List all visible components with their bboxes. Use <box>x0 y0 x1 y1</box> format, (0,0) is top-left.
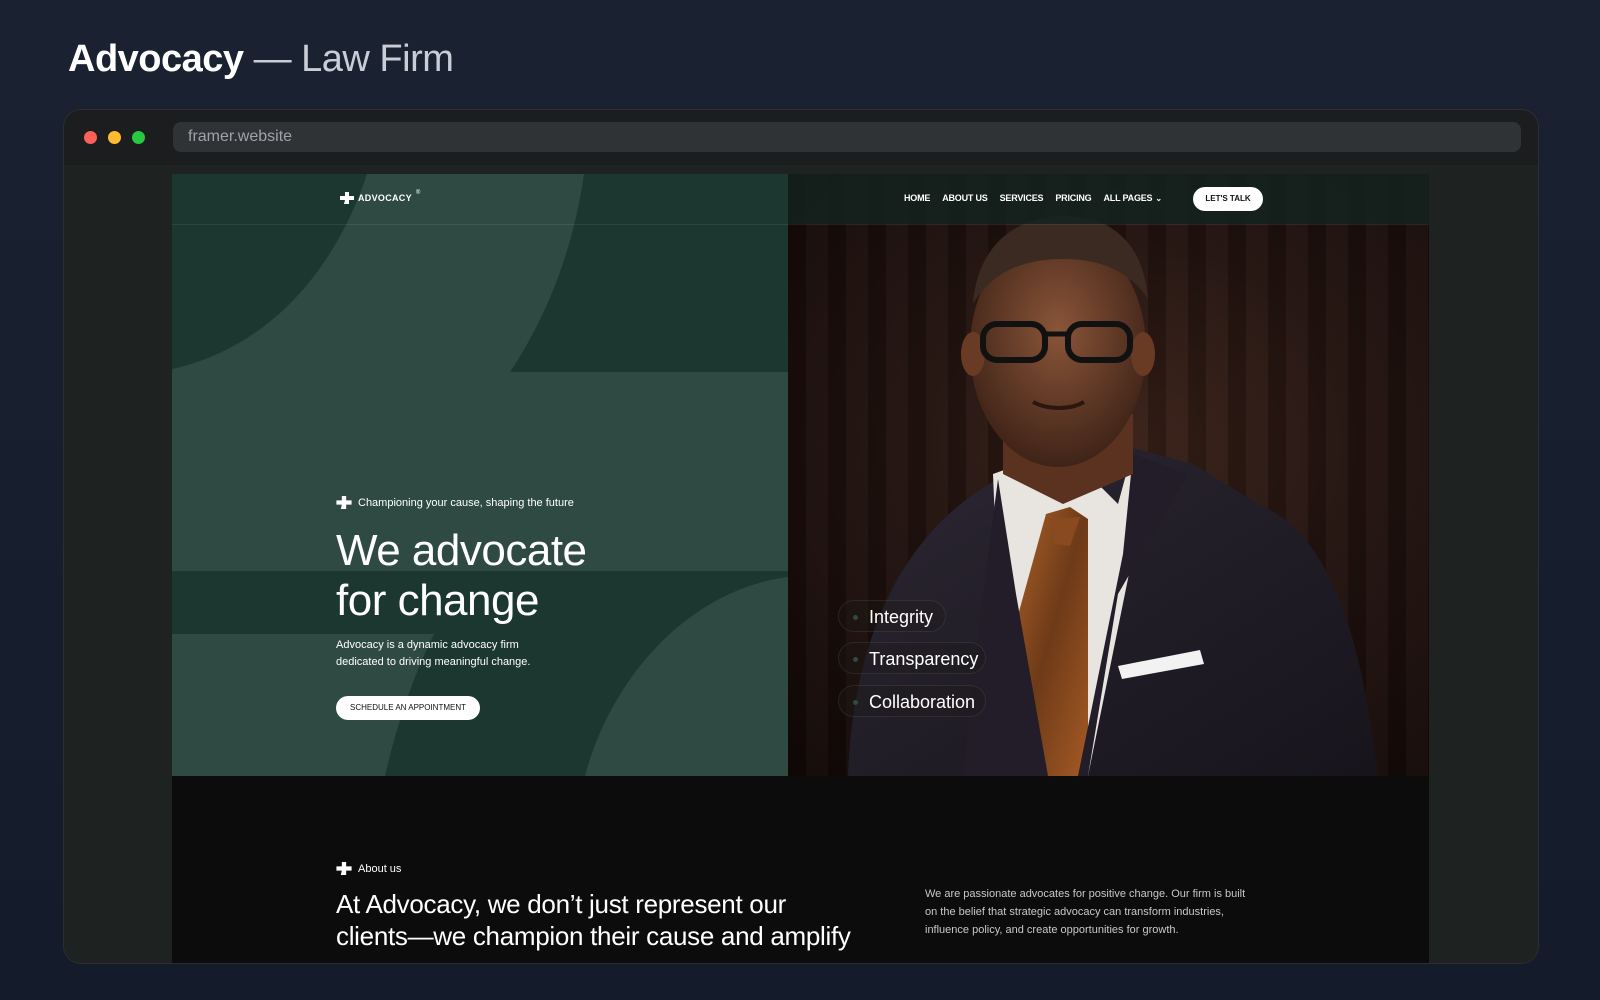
cross-icon <box>336 496 352 509</box>
cross-icon <box>336 862 352 875</box>
page-heading-subtitle: — Law Firm <box>243 38 454 80</box>
hero-tagline: Championing your cause, shaping the futu… <box>336 496 574 509</box>
dot-icon <box>853 700 858 705</box>
value-label: Integrity <box>869 607 934 627</box>
close-window-button[interactable] <box>84 131 97 144</box>
hero-title-line: for change <box>336 576 539 625</box>
page-heading-brand: Advocacy <box>68 38 244 80</box>
nav-all-pages-label: ALL PAGES <box>1103 193 1153 203</box>
nav-all-pages[interactable]: ALL PAGES ⌄ <box>1103 193 1162 203</box>
hero-title: We advocate for change <box>336 526 736 626</box>
site-logo[interactable]: ADVOCACY ® <box>340 190 421 204</box>
minimize-window-button[interactable] <box>108 131 121 144</box>
logo-text: ADVOCACY <box>358 193 412 203</box>
nav-links: HOME ABOUT US SERVICES PRICING ALL PAGES… <box>904 193 1162 203</box>
registered-mark: ® <box>415 190 421 196</box>
maximize-window-button[interactable] <box>132 131 145 144</box>
about-title-line: At Advocacy, we don’t just represent our <box>336 889 786 919</box>
lets-talk-button[interactable]: LET'S TALK <box>1193 187 1263 211</box>
nav-home[interactable]: HOME <box>904 193 930 203</box>
value-label: Collaboration <box>869 692 976 712</box>
page-heading: Advocacy — Law Firm <box>68 38 454 81</box>
about-label-row: About us <box>336 862 401 875</box>
hero-left-panel <box>172 174 788 776</box>
dot-icon <box>853 615 858 620</box>
hero-background-shapes <box>172 174 788 776</box>
hero-description-line: Advocacy is a dynamic advocacy firm <box>336 639 519 651</box>
browser-window: framer.website ADVOCACY ® HOME ABOUT US … <box>63 109 1539 964</box>
nav-about-us[interactable]: ABOUT US <box>942 193 988 203</box>
value-pill-collaboration: Collaboration <box>838 685 986 717</box>
browser-titlebar: framer.website <box>64 110 1538 165</box>
dot-icon <box>853 657 858 662</box>
nav-pricing[interactable]: PRICING <box>1055 193 1091 203</box>
hero-tagline-text: Championing your cause, shaping the futu… <box>358 496 574 509</box>
browser-viewport: ADVOCACY ® HOME ABOUT US SERVICES PRICIN… <box>64 165 1538 963</box>
value-pill-transparency: Transparency <box>838 642 986 674</box>
schedule-appointment-button[interactable]: SCHEDULE AN APPOINTMENT <box>336 696 480 720</box>
about-title: At Advocacy, we don’t just represent our… <box>336 888 896 952</box>
about-description-line: We are passionate advocates for positive… <box>925 888 1246 900</box>
site-navbar: ADVOCACY ® HOME ABOUT US SERVICES PRICIN… <box>172 174 1429 225</box>
logo-cross-icon <box>340 192 354 204</box>
value-label: Transparency <box>869 649 979 669</box>
hero-title-line: We advocate <box>336 526 587 575</box>
hero-description: Advocacy is a dynamic advocacy firm dedi… <box>336 637 556 671</box>
about-label: About us <box>358 862 402 875</box>
hero-description-line: dedicated to driving meaningful change. <box>336 656 531 668</box>
about-description-line: on the belief that strategic advocacy ca… <box>925 906 1224 918</box>
nav-services[interactable]: SERVICES <box>1000 193 1044 203</box>
about-description: We are passionate advocates for positive… <box>925 885 1265 939</box>
value-pill-integrity: Integrity <box>838 600 946 632</box>
chevron-down-icon: ⌄ <box>1155 194 1162 203</box>
about-description-line: influence policy, and create opportuniti… <box>925 924 1179 936</box>
website: ADVOCACY ® HOME ABOUT US SERVICES PRICIN… <box>172 174 1429 963</box>
about-title-line: clients—we champion their cause and ampl… <box>336 921 851 951</box>
address-bar[interactable]: framer.website <box>173 122 1521 152</box>
